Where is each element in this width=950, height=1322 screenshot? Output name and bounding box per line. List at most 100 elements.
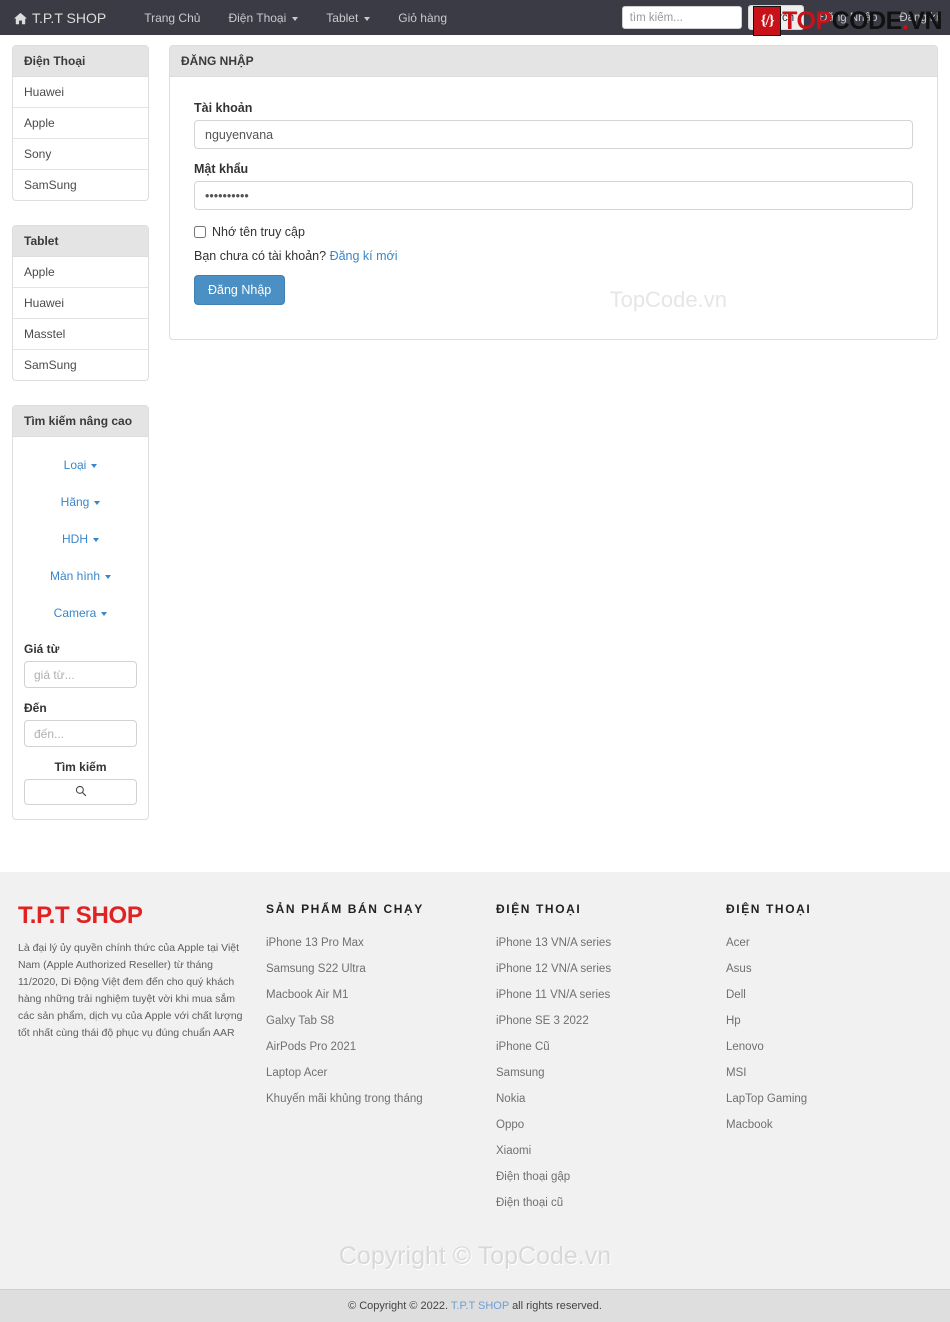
- login-submit-button[interactable]: Đăng Nhập: [194, 275, 286, 305]
- list-item[interactable]: Hp: [726, 1012, 950, 1027]
- list-item[interactable]: Galxy Tab S8: [266, 1012, 496, 1027]
- sidebar-item-tablet-apple[interactable]: Apple: [13, 257, 148, 287]
- list-item[interactable]: Huawei: [13, 77, 148, 107]
- list-item[interactable]: iPhone 12 VN/A series: [496, 960, 726, 975]
- sidebar-item-tablet-huawei[interactable]: Huawei: [13, 288, 148, 318]
- footer-link[interactable]: iPhone 11 VN/A series: [496, 989, 610, 1001]
- search-button[interactable]: Search: [747, 5, 805, 30]
- list-item[interactable]: Macbook Air M1: [266, 986, 496, 1001]
- list-item[interactable]: Dell: [726, 986, 950, 1001]
- footer-about-text: Là đại lý ủy quyền chính thức của Apple …: [18, 942, 243, 1039]
- footer-link[interactable]: Acer: [726, 937, 750, 949]
- footer-column-phones: ĐIỆN THOẠI iPhone 13 VN/A series iPhone …: [496, 902, 726, 1220]
- footer-link[interactable]: iPhone 13 Pro Max: [266, 937, 364, 949]
- list-item[interactable]: SamSung: [13, 169, 148, 200]
- footer-link[interactable]: Điện thoại gập: [496, 1171, 570, 1183]
- password-label: Mật khẩu: [194, 162, 249, 176]
- price-to-input[interactable]: [24, 720, 137, 747]
- footer-link[interactable]: Macbook Air M1: [266, 989, 348, 1001]
- advanced-search-submit-button[interactable]: [24, 779, 137, 805]
- footer-link[interactable]: Dell: [726, 989, 746, 1001]
- nav-item-tablet[interactable]: Tablet: [312, 2, 384, 34]
- password-input[interactable]: [194, 181, 913, 210]
- list-item[interactable]: Sony: [13, 138, 148, 169]
- footer-link[interactable]: iPhone Cũ: [496, 1041, 550, 1053]
- list-item[interactable]: Apple: [13, 257, 148, 287]
- list-item[interactable]: Điện thoại gập: [496, 1168, 726, 1183]
- sidebar-item-huawei[interactable]: Huawei: [13, 77, 148, 107]
- username-input[interactable]: [194, 120, 913, 149]
- footer-link[interactable]: Nokia: [496, 1093, 525, 1105]
- nav-item-dien-thoai[interactable]: Điện Thoại: [214, 2, 312, 34]
- price-from-input[interactable]: [24, 661, 137, 688]
- sidebar-item-sony[interactable]: Sony: [13, 139, 148, 169]
- advanced-filter-hdh[interactable]: HDH: [24, 531, 137, 546]
- list-item[interactable]: Samsung: [496, 1064, 726, 1079]
- list-item[interactable]: Laptop Acer: [266, 1064, 496, 1079]
- list-item[interactable]: Apple: [13, 107, 148, 138]
- search-input[interactable]: [621, 6, 742, 29]
- list-item[interactable]: Oppo: [496, 1116, 726, 1131]
- list-item[interactable]: iPhone SE 3 2022: [496, 1012, 726, 1027]
- list-item[interactable]: Huawei: [13, 287, 148, 318]
- list-item[interactable]: Acer: [726, 934, 950, 949]
- list-item[interactable]: Samsung S22 Ultra: [266, 960, 496, 975]
- footer-link[interactable]: Asus: [726, 963, 752, 975]
- footer-link[interactable]: Samsung S22 Ultra: [266, 963, 366, 975]
- footer-link[interactable]: Hp: [726, 1015, 741, 1027]
- sidebar-item-samsung[interactable]: SamSung: [13, 170, 148, 200]
- price-to-label: Đến: [24, 701, 47, 715]
- register-new-link[interactable]: Đăng kí mới: [330, 249, 398, 263]
- footer-watermark-text: Copyright © TopCode.vn: [338, 1242, 612, 1270]
- advanced-filter-camera[interactable]: Camera: [24, 605, 137, 620]
- list-item[interactable]: Masstel: [13, 318, 148, 349]
- footer-link[interactable]: MSI: [726, 1067, 746, 1079]
- list-item[interactable]: SamSung: [13, 349, 148, 380]
- footer-link[interactable]: iPhone 13 VN/A series: [496, 937, 611, 949]
- footer-link[interactable]: Điện thoại cũ: [496, 1197, 563, 1209]
- footer-columns: T.P.T SHOP Là đại lý ủy quyền chính thức…: [0, 902, 950, 1220]
- sidebar-item-tablet-samsung[interactable]: SamSung: [13, 350, 148, 380]
- list-item[interactable]: Macbook: [726, 1116, 950, 1131]
- footer-link[interactable]: Galxy Tab S8: [266, 1015, 334, 1027]
- advanced-filter-man-hinh[interactable]: Màn hình: [24, 568, 137, 583]
- sidebar-item-apple[interactable]: Apple: [13, 108, 148, 138]
- list-item[interactable]: Xiaomi: [496, 1142, 726, 1157]
- list-item[interactable]: Điện thoại cũ: [496, 1194, 726, 1209]
- nav-item-trang-chu[interactable]: Trang Chủ: [130, 2, 214, 34]
- footer-column-title: SẢN PHẨM BÁN CHẠY: [266, 902, 424, 916]
- footer-link[interactable]: Xiaomi: [496, 1145, 531, 1157]
- nav-item-gio-hang[interactable]: Giỏ hàng: [384, 2, 461, 34]
- remember-me-row[interactable]: Nhớ tên truy cập: [194, 225, 913, 239]
- advanced-filter-hang[interactable]: Hãng: [24, 494, 137, 509]
- list-item[interactable]: iPhone 11 VN/A series: [496, 986, 726, 1001]
- sidebar-item-tablet-masstel[interactable]: Masstel: [13, 319, 148, 349]
- list-item[interactable]: Khuyến mãi khủng trong tháng: [266, 1090, 496, 1105]
- footer-link[interactable]: iPhone SE 3 2022: [496, 1015, 589, 1027]
- advanced-filter-loai[interactable]: Loại: [24, 457, 137, 472]
- login-link[interactable]: Đăng Nhập: [808, 3, 888, 33]
- footer-link[interactable]: Lenovo: [726, 1041, 764, 1053]
- list-item[interactable]: MSI: [726, 1064, 950, 1079]
- footer-link[interactable]: Oppo: [496, 1119, 524, 1131]
- footer-link[interactable]: AirPods Pro 2021: [266, 1041, 356, 1053]
- list-item[interactable]: LapTop Gaming: [726, 1090, 950, 1105]
- footer-link[interactable]: iPhone 12 VN/A series: [496, 963, 611, 975]
- brand-logo[interactable]: T.P.T SHOP: [0, 10, 106, 26]
- register-link[interactable]: Đăng kí: [888, 3, 950, 33]
- footer-link[interactable]: Macbook: [726, 1119, 773, 1131]
- copyright-shop-link[interactable]: T.P.T SHOP: [451, 1300, 509, 1312]
- list-item[interactable]: Lenovo: [726, 1038, 950, 1053]
- list-item[interactable]: AirPods Pro 2021: [266, 1038, 496, 1053]
- list-item[interactable]: Asus: [726, 960, 950, 975]
- list-item[interactable]: Nokia: [496, 1090, 726, 1105]
- footer-link[interactable]: Samsung: [496, 1067, 545, 1079]
- list-item[interactable]: iPhone Cũ: [496, 1038, 726, 1053]
- remember-me-checkbox[interactable]: [194, 226, 206, 238]
- footer-link[interactable]: LapTop Gaming: [726, 1093, 807, 1105]
- copyright-prefix: © Copyright © 2022.: [348, 1300, 449, 1312]
- list-item[interactable]: iPhone 13 Pro Max: [266, 934, 496, 949]
- footer-link[interactable]: Laptop Acer: [266, 1067, 327, 1079]
- footer-link[interactable]: Khuyến mãi khủng trong tháng: [266, 1093, 423, 1105]
- list-item[interactable]: iPhone 13 VN/A series: [496, 934, 726, 949]
